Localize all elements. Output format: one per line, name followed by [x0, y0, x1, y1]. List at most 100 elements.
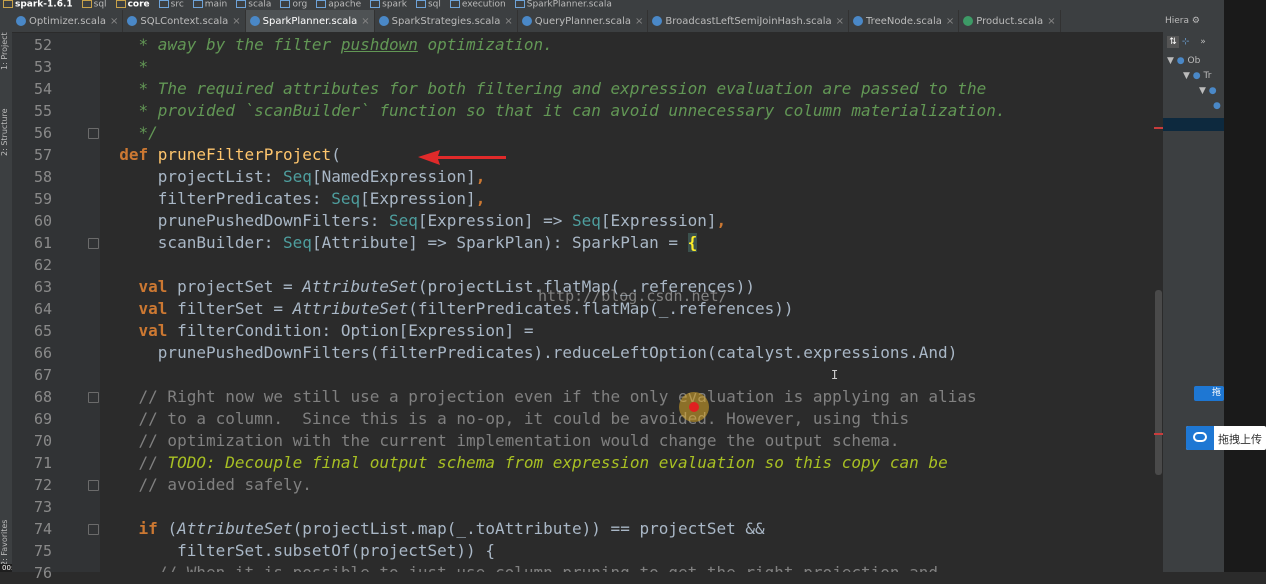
error-stripe-marker[interactable]: [1154, 433, 1163, 435]
favorites-tool-button[interactable]: 2: Favorites: [0, 515, 12, 570]
editor-tab[interactable]: TreeNode.scala ×: [849, 10, 960, 32]
code-line[interactable]: if (AttributeSet(projectList.map(_.toAtt…: [100, 518, 765, 540]
code-token: AttributeSet: [292, 299, 409, 318]
breadcrumb-item[interactable]: scala: [233, 0, 271, 10]
code-line[interactable]: // Right now we still use a projection e…: [100, 386, 977, 408]
breadcrumb-item[interactable]: main: [190, 0, 227, 10]
fold-marker-icon[interactable]: [88, 480, 99, 491]
error-stripe-marker[interactable]: [1154, 127, 1163, 129]
close-icon[interactable]: ×: [232, 16, 240, 27]
scrollbar-thumb[interactable]: [1155, 290, 1162, 475]
breadcrumb-item[interactable]: spark-1.6.1: [0, 0, 73, 10]
close-icon[interactable]: ×: [110, 16, 118, 27]
tree-icon[interactable]: ⊹: [1182, 37, 1190, 47]
fold-marker-icon[interactable]: [88, 128, 99, 139]
gear-icon[interactable]: ⚙: [1192, 16, 1200, 26]
code-line[interactable]: val filterCondition: Option[Expression] …: [100, 320, 534, 342]
upload-widget[interactable]: 拖拽上传: [1186, 426, 1266, 450]
code-line[interactable]: prunePushedDownFilters(filterPredicates)…: [100, 342, 958, 364]
code-line[interactable]: * provided `scanBuilder` function so tha…: [100, 100, 1006, 122]
code-token: // optimization with the current impleme…: [100, 431, 900, 450]
line-number: 72: [33, 476, 52, 494]
folder-icon: [316, 0, 327, 8]
breadcrumb-item[interactable]: org: [277, 0, 307, 10]
editor-tab[interactable]: SparkPlanner.scala ×: [245, 10, 375, 32]
code-line[interactable]: // optimization with the current impleme…: [100, 430, 900, 452]
code-token: *: [100, 57, 149, 76]
close-icon[interactable]: ×: [504, 16, 512, 27]
code-line[interactable]: filterPredicates: Seq[Expression],: [100, 188, 486, 210]
code-line[interactable]: *: [100, 56, 149, 78]
breadcrumb-item[interactable]: apache: [313, 0, 361, 10]
sort-icon[interactable]: ⇅: [1167, 36, 1179, 48]
code-line[interactable]: // When it is possible to just use colum…: [100, 562, 938, 572]
code-line[interactable]: */: [100, 122, 158, 144]
editor-tab[interactable]: Optimizer.scala ×: [12, 10, 124, 32]
editor-tab[interactable]: SQLContext.scala ×: [123, 10, 246, 32]
code-token: if: [138, 519, 168, 538]
code-line[interactable]: prunePushedDownFilters: Seq[Expression] …: [100, 210, 726, 232]
hierarchy-node[interactable]: ▼ ● Ob: [1167, 56, 1200, 66]
close-icon[interactable]: ×: [361, 16, 369, 27]
breadcrumb-item[interactable]: src: [156, 0, 184, 10]
scala-file-icon: [652, 16, 663, 26]
line-number: 59: [33, 190, 52, 208]
upload-widget-small[interactable]: 拖: [1194, 386, 1224, 401]
hierarchy-selected-row[interactable]: [1163, 118, 1224, 131]
expand-icon[interactable]: »: [1200, 37, 1206, 47]
folder-icon: [449, 0, 460, 8]
code-token: // to a column. Since this is a no-op, i…: [100, 409, 910, 428]
code-line[interactable]: * away by the filter pushdown optimizati…: [100, 34, 553, 56]
close-icon[interactable]: ×: [836, 16, 844, 27]
code-line[interactable]: // to a column. Since this is a no-op, i…: [100, 408, 910, 430]
code-token: * away by the filter: [100, 35, 341, 54]
code-line[interactable]: def pruneFilterProject(: [100, 144, 341, 166]
line-number: 52: [33, 36, 52, 54]
code-token: pushdown: [340, 35, 418, 54]
code-line[interactable]: scanBuilder: Seq[Attribute] => SparkPlan…: [100, 232, 698, 254]
code-token: Seq: [388, 211, 418, 230]
folder-icon: [158, 0, 169, 8]
hierarchy-toolbar: ⇅ ⊹ »: [1167, 36, 1206, 48]
hierarchy-node[interactable]: ▼ ●: [1199, 86, 1217, 96]
editor-tab[interactable]: QueryPlanner.scala ×: [518, 10, 649, 32]
breadcrumb-item[interactable]: execution: [447, 0, 506, 10]
close-icon[interactable]: ×: [1047, 16, 1055, 27]
editor-tab[interactable]: Product.scala ×: [959, 10, 1061, 32]
code-line[interactable]: * The required attributes for both filte…: [100, 78, 987, 100]
code-token: * The required attributes for both filte…: [100, 79, 987, 98]
hierarchy-node[interactable]: ●: [1213, 101, 1221, 111]
breadcrumb-item[interactable]: SparkPlanner.scala: [512, 0, 612, 10]
structure-tool-button[interactable]: 2: Structure: [0, 100, 12, 165]
code-token: filterPredicates:: [100, 189, 332, 208]
code-line[interactable]: // TODO: Decouple final output schema fr…: [100, 452, 948, 474]
line-number: 71: [33, 454, 52, 472]
tab-label: BroadcastLeftSemiJoinHash.scala: [665, 15, 832, 27]
breadcrumb-item[interactable]: spark: [367, 0, 407, 10]
trait-icon: [963, 16, 974, 26]
line-number: 54: [33, 80, 52, 98]
breadcrumb-item[interactable]: sql: [413, 0, 441, 10]
breadcrumb-item[interactable]: sql: [79, 0, 107, 10]
code-line[interactable]: // avoided safely.: [100, 474, 312, 496]
close-icon[interactable]: ×: [635, 16, 643, 27]
line-number: 67: [33, 366, 52, 384]
line-number: 69: [33, 410, 52, 428]
fold-marker-icon[interactable]: [88, 524, 99, 535]
breadcrumb-item[interactable]: core: [113, 0, 150, 10]
fold-marker-icon[interactable]: [88, 392, 99, 403]
hierarchy-node[interactable]: ▼ ● Tr: [1183, 71, 1211, 81]
upload-label: 拖拽上传: [1218, 433, 1262, 446]
fold-marker-icon[interactable]: [88, 238, 99, 249]
code-token: [Expression]: [600, 211, 717, 230]
code-line[interactable]: projectList: Seq[NamedExpression],: [100, 166, 486, 188]
code-token: TODO: Decouple final output schema from …: [167, 453, 948, 472]
editor-tab[interactable]: SparkStrategies.scala ×: [375, 10, 518, 32]
editor-tab[interactable]: BroadcastLeftSemiJoinHash.scala ×: [648, 10, 850, 32]
close-icon[interactable]: ×: [946, 16, 954, 27]
code-line[interactable]: filterSet.subsetOf(projectSet)) {: [100, 540, 495, 562]
project-tool-button[interactable]: 1: Project: [0, 26, 12, 76]
